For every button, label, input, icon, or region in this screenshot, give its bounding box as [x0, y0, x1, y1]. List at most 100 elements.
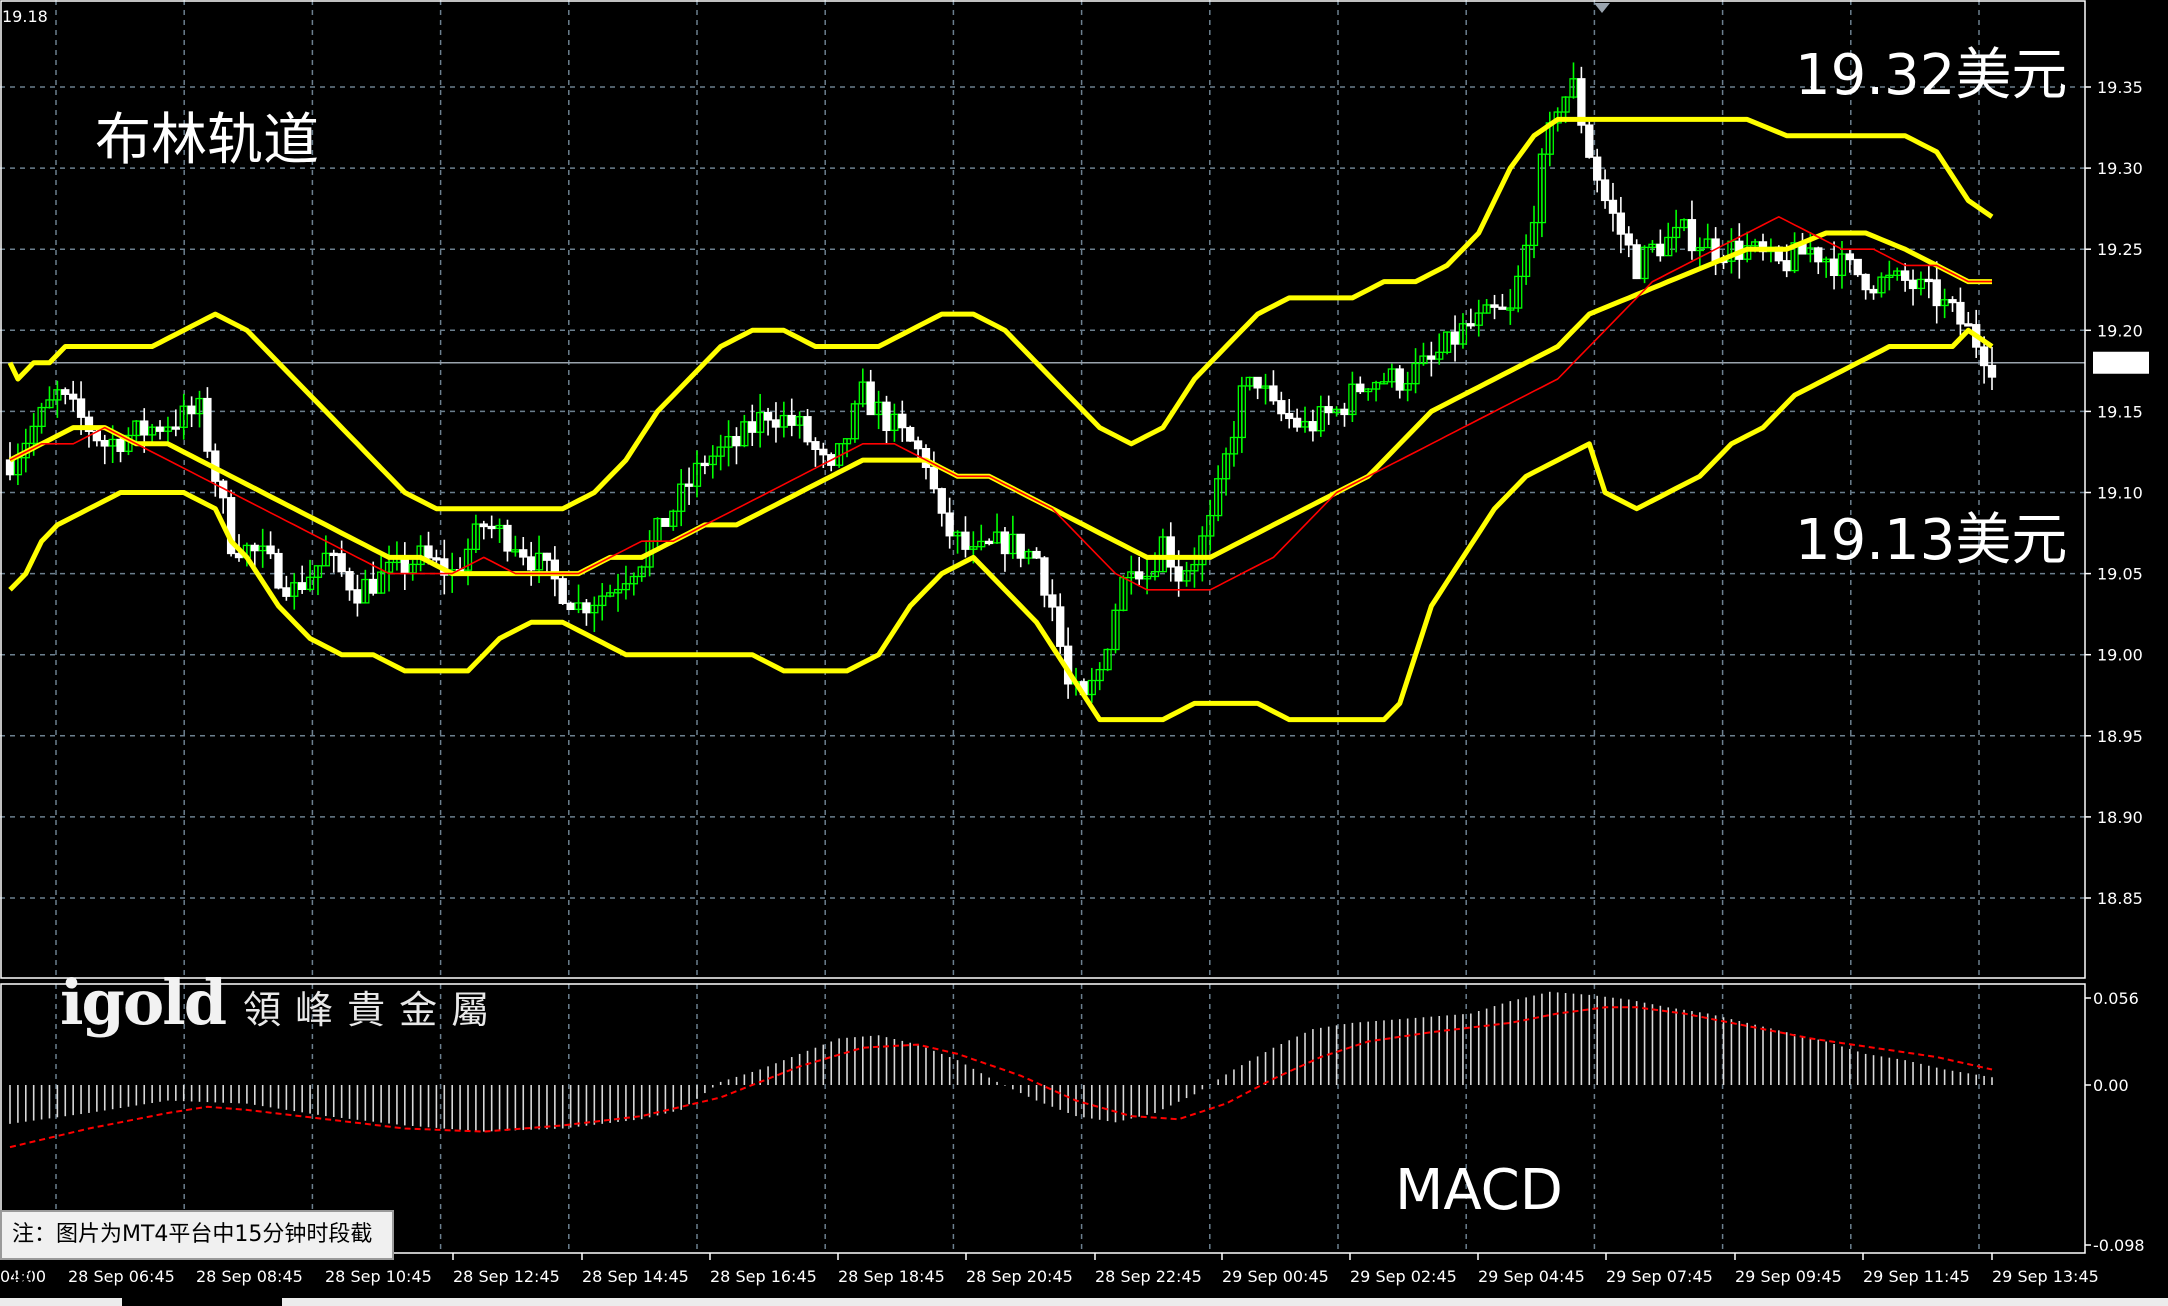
corner-price-label: 19.18 [2, 7, 48, 26]
candle-body [1016, 533, 1025, 559]
candle-body [1056, 606, 1065, 647]
candle-body [732, 436, 741, 447]
candle-body [100, 439, 109, 447]
lower-band-price-label: 19.13美元 [1795, 508, 2068, 573]
candle-body [763, 411, 773, 421]
price-axis: 19.35 19.30 19.25 19.20 19.15 19.10 19.05 19.00… [2085, 78, 2143, 908]
candle-body [1292, 417, 1302, 428]
time-tick-label: 28 Sep 18:45 [838, 1267, 945, 1286]
candle-body [171, 426, 180, 430]
candle-body [819, 448, 828, 456]
candle-body [1356, 383, 1365, 393]
candle-body [582, 602, 591, 614]
candle-body [1979, 346, 1989, 367]
bollinger-lower-band [8, 327, 1994, 723]
bollinger-upper-band [7, 116, 1994, 512]
candle-body [803, 416, 812, 443]
time-tick-label: 28 Sep 06:45 [68, 1267, 175, 1286]
candle-body [1624, 233, 1633, 246]
logo-word: igold [60, 966, 227, 1039]
time-tick-label: 28 Sep 22:45 [1095, 1267, 1202, 1286]
candle-body [1845, 253, 1855, 261]
screenshot-note: 注：图片为MT4平台中15分钟时段截图 [0, 1210, 394, 1293]
macd-tick-label: -0.098 [2093, 1236, 2145, 1255]
time-tick-label: 28 Sep 20:45 [966, 1267, 1073, 1286]
time-tick-label: 29 Sep 11:45 [1863, 1267, 1970, 1286]
igold-logo: igold 領峰貴金屬 [60, 966, 504, 1039]
current-price-value: 19.18 [2098, 354, 2144, 373]
candle-body [1632, 244, 1641, 280]
time-tick-label: 28 Sep 10:45 [325, 1267, 432, 1286]
candle-body [961, 531, 970, 550]
status-bar [0, 1298, 2168, 1306]
candle-body [203, 397, 212, 452]
price-tick-label: 19.25 [2097, 240, 2143, 259]
time-tick-label: 28 Sep 16:45 [710, 1267, 817, 1286]
logo-chinese-name: 領峰貴金屬 [243, 988, 504, 1032]
candle-body [1656, 243, 1665, 257]
time-tick-label: 29 Sep 04:45 [1478, 1267, 1585, 1286]
price-tick-label: 19.30 [2097, 159, 2143, 178]
candle-body [929, 466, 939, 490]
chart-shift-marker-icon[interactable] [1594, 3, 1610, 13]
candle-body [69, 393, 78, 400]
candle-body [1829, 258, 1839, 277]
candle-body [700, 462, 710, 467]
candle-body [1861, 273, 1870, 291]
status-bar-divider [122, 1298, 282, 1306]
candle-body [1600, 179, 1610, 202]
candle-body [266, 545, 275, 555]
candle-body [771, 419, 781, 428]
candle-body [1498, 306, 1507, 310]
candle-body [329, 552, 338, 557]
candle-body [282, 587, 291, 597]
time-tick-label: 29 Sep 13:45 [1992, 1267, 2099, 1286]
candle-body [661, 517, 670, 527]
candle-body [527, 556, 536, 571]
candle-body [424, 545, 433, 559]
candle-body [1964, 323, 1973, 327]
candle-body [432, 557, 441, 561]
candle-body [298, 582, 307, 591]
time-tick-label: 28 Sep 08:45 [196, 1267, 303, 1286]
macd-label: MACD [1395, 1158, 1563, 1223]
candle-body [684, 483, 694, 487]
candle-body [1269, 385, 1278, 402]
price-tick-label: 19.00 [2097, 646, 2143, 665]
price-tick-label: 19.35 [2097, 78, 2143, 97]
candle-body [811, 441, 820, 450]
candle-body [985, 540, 994, 545]
upper-band-price-label: 19.32美元 [1795, 43, 2068, 108]
candle-body [353, 589, 362, 604]
bollinger-title: 布林轨道 [95, 108, 319, 173]
candle-body [566, 602, 575, 611]
candle-body [1948, 299, 1957, 304]
price-tick-label: 18.85 [2097, 889, 2143, 908]
candle-body [1932, 279, 1941, 307]
candle-body [155, 426, 165, 432]
time-tick-label: 29 Sep 00:45 [1222, 1267, 1329, 1286]
price-tick-label: 18.95 [2097, 727, 2143, 746]
time-tick-label: 29 Sep 09:45 [1735, 1267, 1842, 1286]
bollinger-middle-band [8, 230, 1992, 577]
candle-body [1135, 571, 1144, 580]
candle-body [1987, 364, 1997, 378]
price-chart[interactable]: 19.35 19.30 19.25 19.20 19.15 19.10 19.05 19.00… [0, 0, 2168, 1306]
candle-body [1956, 301, 1965, 325]
macd-axis: 0.056 0.00 -0.098 [2085, 989, 2145, 1255]
candle-body [1277, 400, 1286, 415]
candle-body [1593, 156, 1602, 181]
candle-body [1174, 566, 1183, 582]
candle-body [1324, 406, 1333, 414]
candle-body [1814, 247, 1823, 263]
candle-body [945, 512, 954, 537]
price-tick-label: 19.15 [2097, 402, 2143, 421]
candle-body [487, 525, 496, 530]
candle-body [748, 421, 757, 433]
candle-body [1908, 279, 1918, 290]
macd-tick-label: 0.056 [2093, 989, 2139, 1008]
candle-body [1308, 421, 1318, 432]
candle-body [1048, 594, 1057, 608]
candle-body [519, 549, 528, 558]
candle-body [345, 571, 354, 591]
